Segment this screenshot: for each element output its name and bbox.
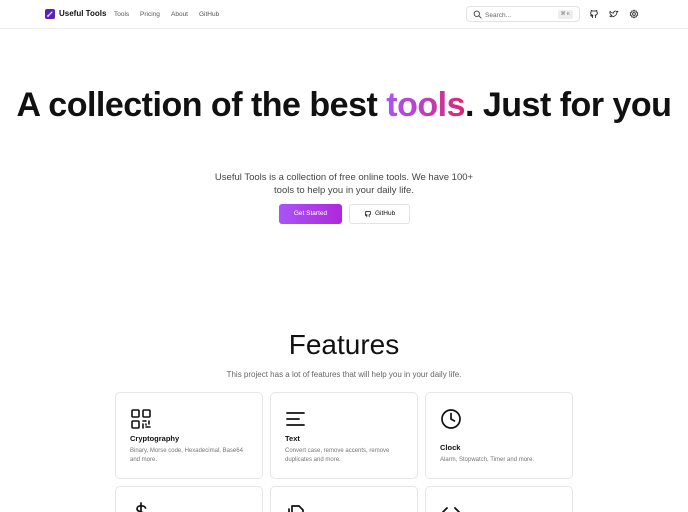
- twitter-icon[interactable]: [609, 9, 619, 19]
- feature-card[interactable]: [115, 486, 263, 512]
- feature-card-title: Text: [285, 434, 300, 443]
- hero-title-accent: tools: [386, 86, 465, 124]
- github-button[interactable]: GitHub: [349, 204, 410, 224]
- files-icon: [288, 505, 304, 512]
- hero-subtitle: Useful Tools is a collection of free onl…: [214, 172, 474, 196]
- search-box[interactable]: Search... ⌘ K: [466, 6, 580, 22]
- hero-title: A collection of the best tools. Just for…: [0, 88, 688, 123]
- code-icon: [441, 507, 461, 512]
- dollar-icon: [136, 502, 147, 512]
- nav-link-github[interactable]: GitHub: [199, 10, 219, 19]
- github-icon: [364, 210, 372, 218]
- feature-card-description: Alarm, Stopwatch, Timer and more.: [440, 457, 535, 463]
- top-navbar: Useful Tools Tools Pricing About GitHub …: [0, 0, 688, 29]
- features-title: Features: [288, 329, 400, 360]
- search-shortcut-badge: ⌘ K: [557, 10, 573, 19]
- feature-card-text[interactable]: Text Convert case, remove accents, remov…: [270, 392, 418, 479]
- github-icon[interactable]: [589, 9, 599, 19]
- features-subtitle: This project has a lot of features that …: [226, 370, 462, 379]
- text-align-icon: [286, 412, 305, 426]
- feature-card-title: Clock: [440, 443, 461, 452]
- qr-code-icon: [131, 409, 151, 429]
- settings-icon[interactable]: [629, 9, 639, 19]
- feature-card-title: Cryptography: [130, 434, 180, 443]
- github-button-label: GitHub: [375, 210, 396, 217]
- feature-card-description: Convert case, remove accents, remove dup…: [285, 448, 390, 463]
- nav-link-tools[interactable]: Tools: [114, 10, 129, 19]
- nav-link-pricing[interactable]: Pricing: [140, 10, 160, 19]
- feature-card[interactable]: [425, 486, 573, 512]
- get-started-button[interactable]: Get Started: [279, 204, 342, 224]
- hero-title-part: . Just for you: [464, 86, 672, 124]
- feature-card-clock[interactable]: Clock Alarm, Stopwatch, Timer and more.: [425, 392, 573, 479]
- feature-card-cryptography[interactable]: Cryptography Binary, Morse code, Hexadec…: [115, 392, 263, 479]
- feature-card-description: Binary, Morse code, Hexadecimal, Base64 …: [130, 448, 243, 463]
- nav-link-about[interactable]: About: [171, 10, 188, 19]
- hero-title-part: A collection of the best: [16, 86, 387, 124]
- clock-icon: [441, 409, 461, 429]
- logo-icon[interactable]: [45, 9, 55, 19]
- search-placeholder: Search...: [485, 11, 512, 19]
- brand-name[interactable]: Useful Tools: [59, 9, 106, 19]
- feature-card[interactable]: [270, 486, 418, 512]
- search-icon: [473, 10, 482, 19]
